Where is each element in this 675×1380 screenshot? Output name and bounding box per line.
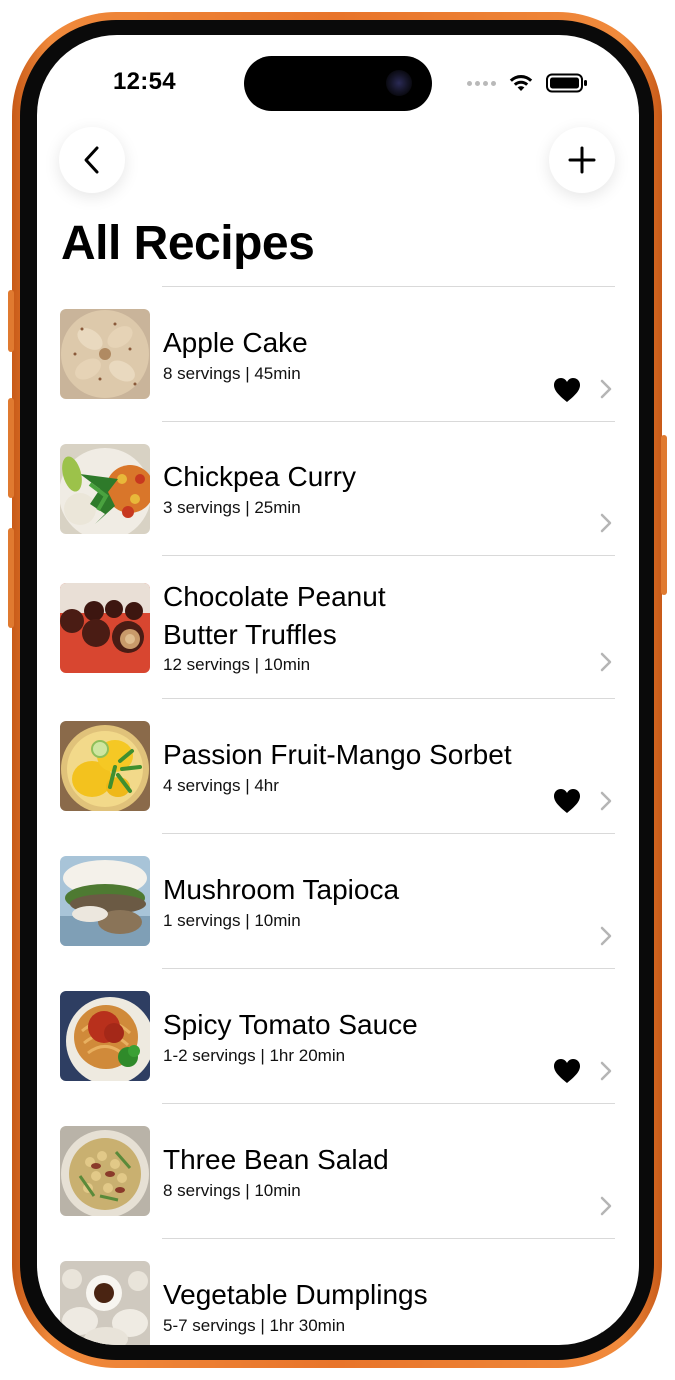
recipe-title: Vegetable Dumplings bbox=[163, 1279, 428, 1310]
plus-icon bbox=[568, 146, 596, 174]
recipe-thumbnail bbox=[60, 1261, 150, 1345]
recipe-thumbnail bbox=[60, 721, 150, 811]
recipe-title: Chickpea Curry bbox=[163, 461, 356, 492]
recipe-thumbnail bbox=[60, 309, 150, 399]
recipe-row-apple-cake[interactable]: Apple Cake 8 servings | 45min bbox=[37, 287, 639, 421]
page-title: All Recipes bbox=[61, 217, 315, 270]
recipe-title: Spicy Tomato Sauce bbox=[163, 1009, 418, 1040]
action-button bbox=[8, 290, 14, 352]
chevron-right-icon bbox=[600, 791, 612, 811]
wifi-icon bbox=[509, 75, 533, 91]
recipe-details: 5-7 servings | 1hr 30min bbox=[163, 1316, 346, 1335]
recipe-details: 8 servings | 10min bbox=[163, 1181, 301, 1200]
status-time: 12:54 bbox=[113, 68, 176, 95]
recipe-details: 1 servings | 10min bbox=[163, 911, 301, 930]
recipe-thumbnail bbox=[60, 583, 150, 673]
camera-icon bbox=[386, 70, 412, 96]
recipe-title: Chocolate Peanut bbox=[163, 581, 386, 612]
chevron-right-icon bbox=[600, 513, 612, 533]
recipe-details: 3 servings | 25min bbox=[163, 498, 301, 517]
chevron-left-icon bbox=[84, 146, 99, 174]
recipe-title: Apple Cake bbox=[163, 327, 308, 358]
volume-down-button bbox=[8, 528, 14, 628]
chevron-right-icon bbox=[600, 1331, 612, 1345]
recipe-title-line2: Butter Truffles bbox=[163, 619, 337, 650]
back-button[interactable] bbox=[59, 127, 125, 193]
recipe-row-vegetable-dumplings[interactable]: Vegetable Dumplings 5-7 servings | 1hr 3… bbox=[37, 1239, 639, 1345]
recipe-thumbnail bbox=[60, 991, 150, 1081]
power-button bbox=[661, 435, 667, 595]
recipe-row-spicy-tomato-sauce[interactable]: Spicy Tomato Sauce 1-2 servings | 1hr 20… bbox=[37, 969, 639, 1103]
favorite-heart-icon[interactable] bbox=[553, 377, 581, 403]
recipe-title: Mushroom Tapioca bbox=[163, 874, 400, 905]
recipe-row-passion-fruit-mango-sorbet[interactable]: Passion Fruit-Mango Sorbet 4 servings | … bbox=[37, 699, 639, 833]
recipe-thumbnail bbox=[60, 444, 150, 534]
recipe-row-mushroom-tapioca[interactable]: Mushroom Tapioca 1 servings | 10min bbox=[37, 834, 639, 968]
recipe-details: 4 servings | 4hr bbox=[163, 776, 279, 795]
favorite-heart-icon[interactable] bbox=[553, 788, 581, 814]
volume-up-button bbox=[8, 398, 14, 498]
dynamic-island bbox=[244, 56, 432, 111]
chevron-right-icon bbox=[600, 1061, 612, 1081]
recipe-details: 12 servings | 10min bbox=[163, 655, 311, 674]
status-indicators bbox=[467, 71, 588, 95]
recipe-thumbnail bbox=[60, 856, 150, 946]
recipe-row-chocolate-peanut-butter-truffles[interactable]: Chocolate Peanut Butter Truffles 12 serv… bbox=[37, 556, 639, 698]
chevron-right-icon bbox=[600, 379, 612, 399]
recipe-row-three-bean-salad[interactable]: Three Bean Salad 8 servings | 10min bbox=[37, 1104, 639, 1238]
recipe-row-chickpea-curry[interactable]: Chickpea Curry 3 servings | 25min bbox=[37, 422, 639, 555]
add-recipe-button[interactable] bbox=[549, 127, 615, 193]
screen: 12:54 All Recipes Apple Cake 8 servings … bbox=[37, 35, 639, 1345]
recipe-details: 1-2 servings | 1hr 20min bbox=[163, 1046, 346, 1065]
chevron-right-icon bbox=[600, 652, 612, 672]
recipe-thumbnail bbox=[60, 1126, 150, 1216]
chevron-right-icon bbox=[600, 926, 612, 946]
chevron-right-icon bbox=[600, 1196, 612, 1216]
recipe-title: Passion Fruit-Mango Sorbet bbox=[163, 739, 512, 770]
recipe-details: 8 servings | 45min bbox=[163, 364, 301, 383]
battery-icon bbox=[546, 73, 587, 93]
cellular-signal-icon bbox=[467, 80, 496, 86]
favorite-heart-icon[interactable] bbox=[553, 1058, 581, 1084]
recipe-title: Three Bean Salad bbox=[163, 1144, 389, 1175]
